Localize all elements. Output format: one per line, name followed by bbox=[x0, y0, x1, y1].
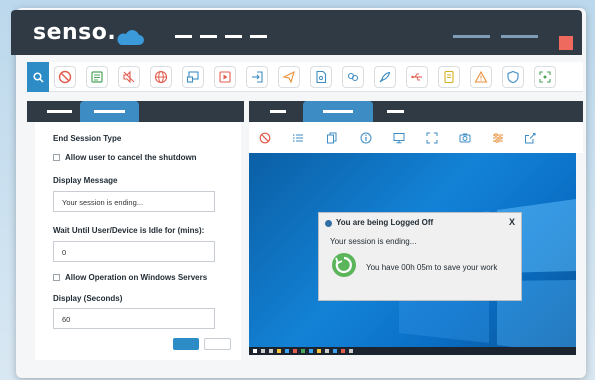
link-icon[interactable] bbox=[342, 66, 364, 88]
expand-icon[interactable] bbox=[425, 131, 439, 145]
cloud-icon bbox=[117, 30, 144, 45]
dialog-title: You are being Logged Off bbox=[336, 218, 434, 227]
settings-tabs bbox=[27, 101, 244, 122]
allow-windows-servers-checkbox[interactable] bbox=[53, 274, 60, 281]
minimize-button[interactable] bbox=[453, 35, 490, 38]
info-icon bbox=[325, 220, 332, 227]
refresh-icon bbox=[332, 253, 356, 277]
search-button[interactable] bbox=[27, 62, 49, 92]
tab-preview-3[interactable] bbox=[387, 110, 404, 113]
start-icon bbox=[253, 349, 257, 353]
title-bar: senso. bbox=[11, 10, 582, 55]
file-icon[interactable] bbox=[310, 66, 332, 88]
display-seconds-label: Display (Seconds) bbox=[53, 294, 123, 303]
info-icon[interactable] bbox=[359, 131, 373, 145]
shield-icon[interactable] bbox=[502, 66, 524, 88]
tab-preview-1[interactable] bbox=[270, 110, 286, 113]
settings-panel: End Session Type Allow user to cancel th… bbox=[27, 101, 244, 363]
copy-icon[interactable] bbox=[325, 131, 339, 145]
title-placeholder bbox=[175, 35, 267, 38]
sliders-icon[interactable] bbox=[491, 131, 505, 145]
prohibit-icon[interactable] bbox=[258, 131, 272, 145]
tab-general[interactable] bbox=[47, 110, 72, 113]
close-button[interactable] bbox=[559, 36, 573, 50]
allow-cancel-label: Allow user to cancel the shutdown bbox=[65, 153, 197, 162]
tab-preview-active[interactable] bbox=[303, 101, 373, 122]
prohibit-icon[interactable] bbox=[54, 66, 76, 88]
monitor-icon[interactable] bbox=[392, 131, 406, 145]
mute-icon[interactable] bbox=[118, 66, 140, 88]
send-icon[interactable] bbox=[278, 66, 300, 88]
tab-active[interactable] bbox=[80, 101, 139, 122]
allow-windows-servers-row[interactable]: Allow Operation on Windows Servers bbox=[53, 273, 207, 282]
display-seconds-input[interactable]: 60 bbox=[53, 308, 215, 329]
display-message-input[interactable]: Your session is ending... bbox=[53, 191, 215, 212]
share-icon[interactable] bbox=[523, 131, 537, 145]
preview-toolbar bbox=[249, 122, 583, 153]
scan-icon[interactable] bbox=[534, 66, 556, 88]
chat-screen-icon[interactable] bbox=[182, 66, 204, 88]
allow-cancel-row[interactable]: Allow user to cancel the shutdown bbox=[53, 153, 197, 162]
display-message-label: Display Message bbox=[53, 176, 118, 185]
dialog-countdown: You have 00h 05m to save your work bbox=[366, 263, 498, 272]
play-icon[interactable] bbox=[214, 66, 236, 88]
usb-icon[interactable] bbox=[406, 66, 428, 88]
taskbar bbox=[249, 347, 576, 355]
settings-form: End Session Type Allow user to cancel th… bbox=[35, 122, 241, 360]
allow-cancel-checkbox[interactable] bbox=[53, 154, 60, 161]
logoff-dialog: You are being Logged Off X Your session … bbox=[318, 212, 522, 301]
camera-icon[interactable] bbox=[458, 131, 472, 145]
allow-windows-servers-label: Allow Operation on Windows Servers bbox=[65, 273, 208, 282]
save-button[interactable] bbox=[173, 338, 199, 350]
logo: senso. bbox=[33, 20, 117, 45]
preview-panel: You are being Logged Off X Your session … bbox=[249, 101, 583, 363]
cancel-button[interactable] bbox=[204, 338, 231, 350]
globe-icon[interactable] bbox=[150, 66, 172, 88]
window-controls bbox=[453, 35, 538, 38]
dialog-close-button[interactable]: X bbox=[509, 217, 515, 227]
rocket-icon[interactable] bbox=[374, 66, 396, 88]
wait-idle-label: Wait Until User/Device is Idle for (mins… bbox=[53, 226, 205, 235]
document-icon[interactable] bbox=[438, 66, 460, 88]
remote-desktop-preview: You are being Logged Off X Your session … bbox=[249, 153, 576, 355]
action-toolbar bbox=[27, 62, 583, 92]
warning-icon[interactable] bbox=[470, 66, 492, 88]
end-session-type-label: End Session Type bbox=[53, 134, 122, 143]
search-icon bbox=[32, 71, 44, 83]
preview-tabs bbox=[249, 101, 583, 122]
wait-idle-input[interactable]: 0 bbox=[53, 241, 215, 262]
login-icon[interactable] bbox=[246, 66, 268, 88]
maximize-button[interactable] bbox=[501, 35, 538, 38]
checklist-icon[interactable] bbox=[291, 131, 305, 145]
dialog-message: Your session is ending... bbox=[330, 237, 417, 246]
list-card-icon[interactable] bbox=[86, 66, 108, 88]
